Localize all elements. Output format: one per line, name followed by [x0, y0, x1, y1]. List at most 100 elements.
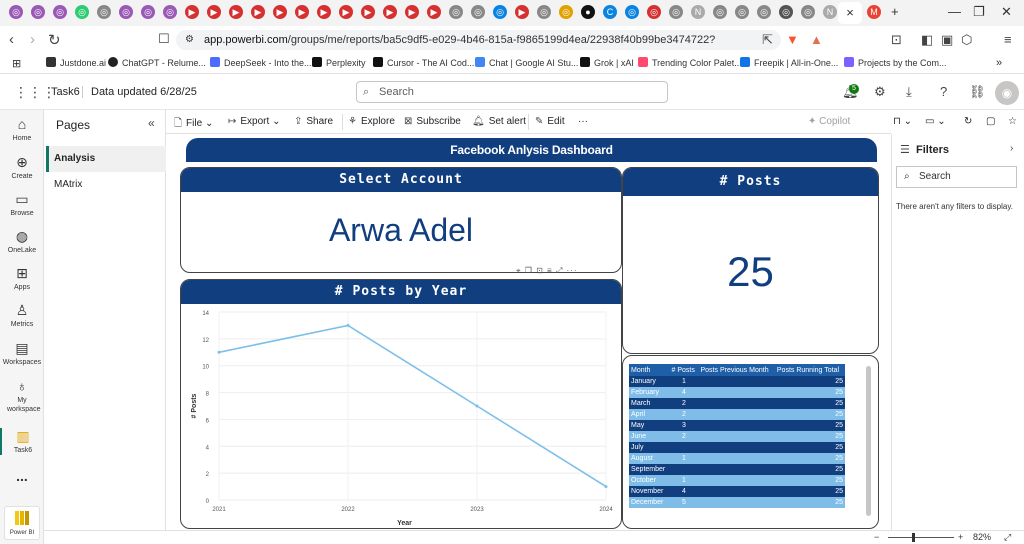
- screenshot-icon[interactable]: ⊡: [891, 32, 902, 48]
- bookmark-item[interactable]: Trending Color Palet...: [638, 57, 742, 68]
- copilot-button[interactable]: ✦ Copilot: [808, 116, 850, 127]
- tab-favicon-icon[interactable]: ◎: [559, 5, 573, 19]
- refresh-icon[interactable]: ↻: [964, 116, 972, 127]
- table-row[interactable]: June 2 25: [629, 431, 845, 442]
- data-point[interactable]: [217, 350, 221, 354]
- subscribe-button[interactable]: ⊠ Subscribe: [404, 116, 461, 127]
- table-row[interactable]: November 4 25: [629, 486, 845, 497]
- tab-favicon-icon[interactable]: C: [603, 5, 617, 19]
- nav-apps[interactable]: ⊞ Apps: [0, 265, 44, 292]
- posts-by-year-line-chart[interactable]: 0 2 4 6 8 10 12 14 2021 2022 2023 2024 Year # Posts: [181, 304, 621, 528]
- tab-favicon-icon[interactable]: ◎: [9, 5, 23, 19]
- tab-favicon-icon[interactable]: ◎: [757, 5, 771, 19]
- powerbi-logo[interactable]: Power BI: [4, 506, 40, 540]
- settings-gear-icon[interactable]: ⚙: [874, 84, 886, 100]
- bookmark-item[interactable]: Justdone.ai: [46, 57, 106, 68]
- data-point[interactable]: [604, 485, 608, 489]
- gmail-tab-icon[interactable]: M: [867, 5, 881, 19]
- nav-metrics[interactable]: ♙ Metrics: [0, 302, 44, 329]
- tab-favicon-icon[interactable]: ◎: [31, 5, 45, 19]
- tab-favicon-icon[interactable]: ▶: [207, 5, 221, 19]
- view-menu-icon[interactable]: ▭ ⌄: [925, 116, 946, 127]
- url-field[interactable]: ⚙ app.powerbi.com/groups/me/reports/ba5c…: [176, 30, 781, 66]
- bookmark-item[interactable]: Freepik | All-in-One...: [740, 57, 838, 68]
- bookmark-item[interactable]: DeepSeek - Into the...: [210, 57, 312, 68]
- tab-favicon-icon[interactable]: ▶: [185, 5, 199, 19]
- tab-favicon-icon[interactable]: ▶: [383, 5, 397, 19]
- nav-create[interactable]: ⊕ Create: [0, 154, 44, 181]
- column-header-month[interactable]: Month: [629, 364, 670, 376]
- nav-browse[interactable]: ▭ Browse: [0, 191, 44, 218]
- bookmark-item[interactable]: Perplexity: [312, 57, 366, 68]
- share-page-icon[interactable]: ⇱: [762, 32, 773, 48]
- tab-favicon-icon[interactable]: ◎: [713, 5, 727, 19]
- zoom-slider[interactable]: [888, 537, 954, 538]
- bookmark-item[interactable]: Projects by the Com...: [844, 57, 947, 68]
- export-menu-button[interactable]: ↦ Export ⌄: [228, 116, 280, 127]
- tab-favicon-icon[interactable]: ◎: [779, 5, 793, 19]
- tab-favicon-icon[interactable]: ◎: [647, 5, 661, 19]
- help-icon[interactable]: ?: [940, 84, 947, 99]
- zoom-in-button[interactable]: +: [958, 532, 963, 542]
- vpn-icon[interactable]: ⬡: [961, 32, 972, 48]
- app-launcher-icon[interactable]: ⋮⋮⋮: [14, 84, 56, 101]
- tab-favicon-icon[interactable]: ◎: [625, 5, 639, 19]
- nav-my-workspace[interactable]: ♁ My workspace: [0, 378, 44, 414]
- posts-count-card[interactable]: # Posts 25: [622, 167, 879, 354]
- zoom-out-button[interactable]: −: [874, 532, 879, 542]
- forward-icon[interactable]: ›: [30, 31, 35, 48]
- tab-favicon-icon[interactable]: ◎: [53, 5, 67, 19]
- column-header-posts[interactable]: # Posts: [669, 364, 699, 376]
- tab-favicon-icon[interactable]: ◎: [141, 5, 155, 19]
- table-scrollbar[interactable]: [866, 366, 871, 516]
- tab-favicon-icon[interactable]: ◎: [537, 5, 551, 19]
- nav-workspaces[interactable]: ▤ Workspaces: [0, 340, 44, 367]
- close-window-icon[interactable]: ✕: [1001, 4, 1012, 20]
- tab-favicon-icon[interactable]: ◎: [735, 5, 749, 19]
- site-info-icon[interactable]: ⚙: [185, 30, 194, 50]
- feedback-icon[interactable]: ⛓: [969, 84, 986, 100]
- table-row[interactable]: May 3 25: [629, 420, 845, 431]
- tab-favicon-icon[interactable]: ◎: [471, 5, 485, 19]
- collapse-filters-icon[interactable]: ›: [1010, 143, 1013, 154]
- data-point[interactable]: [346, 323, 350, 327]
- table-row[interactable]: March 2 25: [629, 398, 845, 409]
- apps-grid-icon[interactable]: ⊞: [12, 57, 21, 70]
- tab-favicon-icon[interactable]: N: [823, 5, 837, 19]
- tab-favicon-icon[interactable]: ▶: [427, 5, 441, 19]
- table-row[interactable]: December 5 25: [629, 497, 845, 508]
- page-tab-matrix[interactable]: MAtrix: [46, 172, 166, 198]
- table-row[interactable]: August 1 25: [629, 453, 845, 464]
- table-row[interactable]: July 25: [629, 442, 845, 453]
- download-icon[interactable]: ⤓: [906, 84, 912, 100]
- more-options-button[interactable]: ···: [578, 116, 588, 127]
- file-menu-button[interactable]: 🗋︎ File ⌄: [174, 116, 213, 133]
- bookmark-item[interactable]: Cursor - The AI Cod...: [373, 57, 474, 68]
- brave-shield-icon[interactable]: ▼: [786, 32, 799, 47]
- tab-favicon-icon[interactable]: ▶: [295, 5, 309, 19]
- table-row[interactable]: February 4 25: [629, 387, 845, 398]
- favorite-icon[interactable]: ☆: [1008, 116, 1017, 127]
- visual-header-icons[interactable]: ⌖ ❐ ⊡ ≡ ⤢ ···: [516, 266, 578, 276]
- filter-search-input[interactable]: ⌕ Search: [896, 166, 1017, 188]
- tab-favicon-icon[interactable]: ▶: [405, 5, 419, 19]
- tab-favicon-icon[interactable]: ▶: [361, 5, 375, 19]
- fit-to-page-icon[interactable]: ⤢: [1004, 532, 1011, 543]
- tab-favicon-icon[interactable]: ▶: [339, 5, 353, 19]
- explore-button[interactable]: ⚘ Explore: [348, 116, 395, 127]
- table-row[interactable]: October 1 25: [629, 475, 845, 486]
- nav-more-icon[interactable]: ...: [0, 468, 44, 486]
- workspace-name[interactable]: Task6: [51, 86, 80, 98]
- bookmark-view-icon[interactable]: ⊓ ⌄: [893, 116, 912, 127]
- tab-favicon-icon[interactable]: ◎: [669, 5, 683, 19]
- restore-icon[interactable]: ❐: [973, 4, 985, 20]
- monthly-posts-table[interactable]: Month # Posts Posts Previous Month Posts…: [629, 364, 845, 508]
- tab-favicon-icon[interactable]: ◎: [163, 5, 177, 19]
- more-bookmarks-icon[interactable]: »: [996, 57, 1002, 69]
- tab-favicon-icon[interactable]: ◎: [449, 5, 463, 19]
- zoom-slider-thumb[interactable]: [912, 533, 915, 542]
- tab-favicon-icon[interactable]: ●: [581, 5, 595, 19]
- tab-favicon-icon[interactable]: ◎: [801, 5, 815, 19]
- series-line[interactable]: [218, 324, 607, 488]
- share-button[interactable]: ⇪ Share: [294, 116, 333, 127]
